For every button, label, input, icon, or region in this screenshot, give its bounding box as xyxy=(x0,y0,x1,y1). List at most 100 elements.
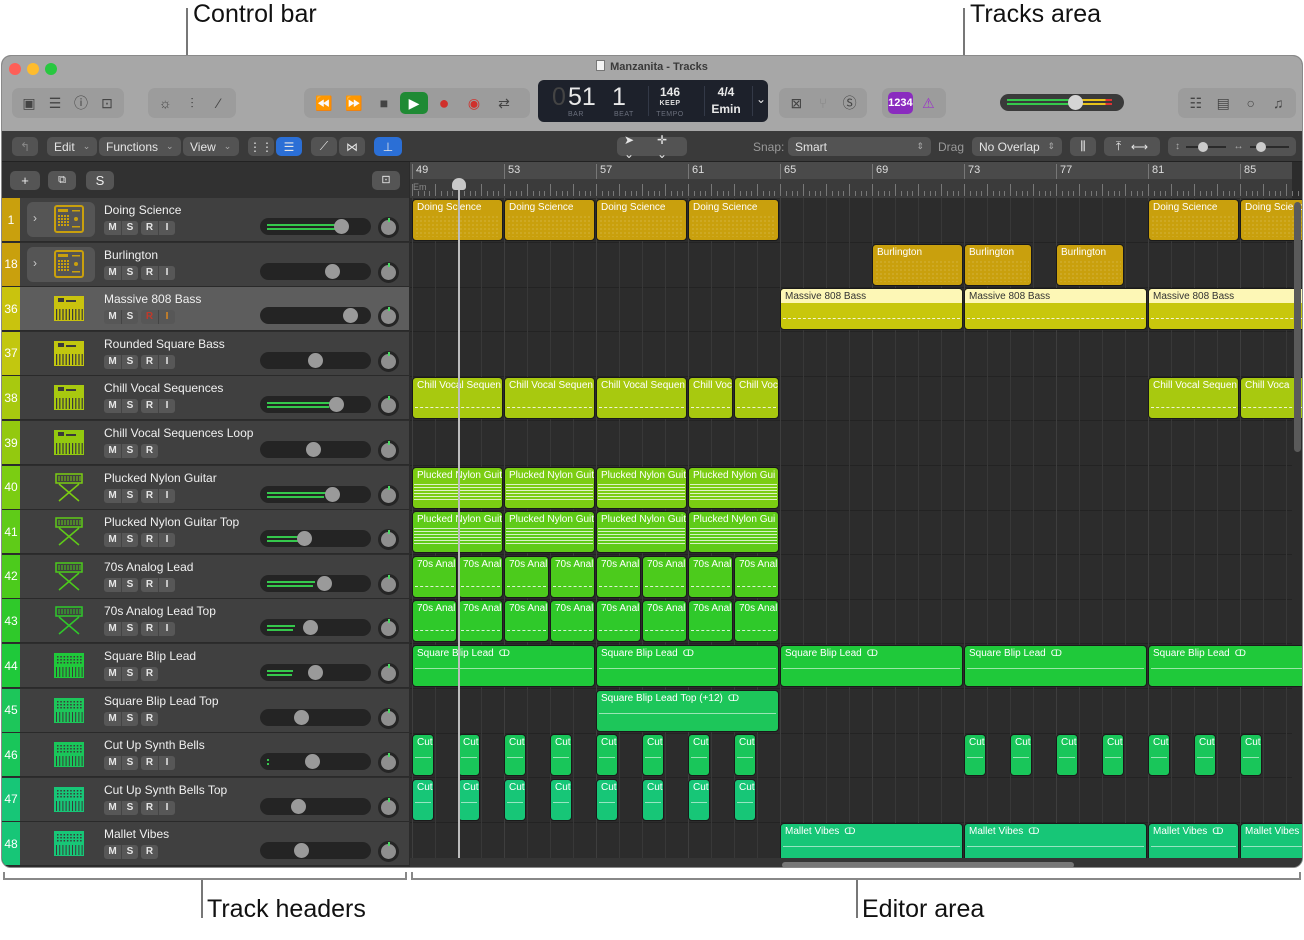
cycle-icon[interactable]: ⇄ xyxy=(490,92,518,114)
region[interactable]: 70s Anal xyxy=(550,600,595,643)
master-volume-slider[interactable] xyxy=(1000,94,1124,111)
lcd-display[interactable]: 0 51 1 BAR BEAT 146 KEEP TEMPO 4/4 Emin … xyxy=(538,80,768,122)
volume-fader[interactable] xyxy=(260,708,371,726)
record-enable-button[interactable]: R xyxy=(141,266,158,280)
region[interactable]: 70s Anal xyxy=(596,600,641,643)
region[interactable]: Cut xyxy=(734,734,756,777)
global-solo-button[interactable]: S xyxy=(86,171,114,190)
mute-button[interactable]: M xyxy=(104,845,121,859)
quick-help-icon[interactable]: ⓘ xyxy=(70,92,92,114)
input-monitor-button[interactable]: I xyxy=(158,488,175,503)
track-header[interactable]: 42 70s Analog Lead M S R I xyxy=(2,554,409,599)
mute-button[interactable]: M xyxy=(104,221,121,235)
mute-button[interactable]: M xyxy=(104,533,121,547)
mute-button[interactable]: M xyxy=(104,756,121,770)
track-header[interactable]: 41 Plucked Nylon Guitar Top M S R I xyxy=(2,510,409,555)
region[interactable]: Plucked Nylon Guit xyxy=(504,511,595,554)
track-header[interactable]: 37 Rounded Square Bass M S R I xyxy=(2,331,409,376)
record-enable-button[interactable]: R xyxy=(141,845,158,859)
region[interactable]: Cut xyxy=(688,778,710,821)
back-icon[interactable]: ↰ xyxy=(12,137,38,156)
input-monitor-button[interactable]: I xyxy=(158,310,175,325)
pan-knob[interactable] xyxy=(378,618,399,640)
mixer-icon[interactable]: ⫶ xyxy=(181,92,204,114)
playhead-line[interactable] xyxy=(458,182,460,860)
volume-knob[interactable] xyxy=(308,665,323,680)
loop-browser-icon[interactable]: ○ xyxy=(1239,92,1263,114)
volume-knob[interactable] xyxy=(333,219,349,234)
drag-select[interactable]: No Overlap ⇕ xyxy=(972,137,1062,156)
mute-button[interactable]: M xyxy=(104,399,121,413)
region[interactable]: Chill Vocal Sequen xyxy=(596,377,687,420)
region[interactable]: Square Blip Lead ↀ xyxy=(780,645,963,687)
bar-ruler[interactable]: 49 53 57 61 65 69 73 77 81 85 Em xyxy=(410,162,1299,198)
notepad-icon[interactable]: ▤ xyxy=(1212,92,1236,114)
track-header[interactable]: 18 › Burlington M S R I xyxy=(2,242,409,287)
region[interactable]: Burlington xyxy=(964,243,1032,286)
region[interactable]: Cut xyxy=(504,778,526,821)
volume-knob[interactable] xyxy=(317,575,333,591)
lcd-chevron-down-icon[interactable]: ⌄ xyxy=(756,92,766,106)
pan-knob[interactable] xyxy=(378,752,399,774)
track-name[interactable]: Plucked Nylon Guitar xyxy=(104,471,217,485)
mute-button[interactable]: M xyxy=(104,578,121,592)
file-browser-icon[interactable]: ♫ xyxy=(1267,92,1291,114)
solo-button[interactable]: S xyxy=(121,354,138,369)
input-monitor-button[interactable]: I xyxy=(158,265,175,280)
volume-knob[interactable] xyxy=(294,843,310,859)
mute-button[interactable]: M xyxy=(104,801,121,815)
region[interactable]: Cut xyxy=(504,734,526,777)
master-volume-knob[interactable] xyxy=(1068,95,1084,110)
track-header[interactable]: 48 Mallet Vibes M S R xyxy=(2,822,409,867)
track-name[interactable]: Chill Vocal Sequences xyxy=(104,381,223,395)
volume-fader[interactable] xyxy=(260,530,371,548)
region[interactable]: 70s Anal xyxy=(504,555,549,598)
track-name[interactable]: Mallet Vibes xyxy=(104,827,169,841)
region[interactable]: Cut xyxy=(1194,734,1216,777)
track-name[interactable]: Square Blip Lead Top xyxy=(104,694,219,708)
stop-icon[interactable]: ■ xyxy=(370,92,398,114)
region[interactable]: 70s Anal xyxy=(504,600,549,643)
track-header[interactable]: 1 › Doing Science M S R I xyxy=(2,198,409,242)
horizontal-fit-icon[interactable]: ⟷ xyxy=(1131,140,1148,154)
pan-knob[interactable] xyxy=(378,484,399,506)
track-header[interactable]: 47 Cut Up Synth Bells Top M S R I xyxy=(2,777,409,822)
region[interactable]: Cut xyxy=(642,734,664,777)
solo-icon[interactable]: Ⓢ xyxy=(838,92,861,114)
record-enable-button[interactable]: R xyxy=(141,489,158,503)
track-name[interactable]: Square Blip Lead xyxy=(104,649,196,663)
volume-fader[interactable] xyxy=(260,619,371,637)
volume-knob[interactable] xyxy=(324,486,340,502)
pan-knob[interactable] xyxy=(378,261,399,283)
record-enable-button[interactable]: R xyxy=(141,533,158,547)
track-header[interactable]: 40 Plucked Nylon Guitar M S R I xyxy=(2,465,409,510)
track-name[interactable]: Cut Up Synth Bells xyxy=(104,738,205,752)
add-track-button[interactable]: + xyxy=(10,171,40,190)
solo-button[interactable]: S xyxy=(121,845,138,860)
region[interactable]: Cut xyxy=(458,778,480,821)
volume-fader[interactable] xyxy=(260,574,371,592)
pan-knob[interactable] xyxy=(378,395,399,417)
region[interactable]: Cut xyxy=(734,778,756,821)
disclosure-chevron-icon[interactable]: › xyxy=(33,256,37,270)
smart-controls-icon[interactable]: ☰ xyxy=(44,92,66,114)
volume-knob[interactable] xyxy=(324,263,340,279)
record-enable-button[interactable]: R xyxy=(141,399,158,413)
region[interactable]: Chill Voc xyxy=(688,377,733,420)
catch-playhead-icon[interactable]: ⊥ xyxy=(374,137,402,156)
track-lane[interactable] xyxy=(410,689,1292,734)
track-name[interactable]: Cut Up Synth Bells Top xyxy=(104,783,227,797)
track-header[interactable]: 36 Massive 808 Bass M S R I xyxy=(2,287,409,332)
region[interactable]: Burlington xyxy=(1056,243,1124,286)
count-in-button[interactable]: 1234 xyxy=(888,92,913,114)
region[interactable]: Plucked Nylon Gui xyxy=(688,511,779,554)
record-enable-button[interactable]: R xyxy=(141,578,158,592)
volume-knob[interactable] xyxy=(291,798,307,814)
region[interactable]: Doing Science xyxy=(596,199,687,241)
volume-knob[interactable] xyxy=(296,531,312,547)
replace-icon[interactable]: ⊠ xyxy=(785,92,808,114)
input-monitor-button[interactable]: I xyxy=(158,221,175,235)
solo-button[interactable]: S xyxy=(121,756,138,771)
library-icon[interactable]: ▣ xyxy=(18,92,40,114)
input-monitor-button[interactable]: I xyxy=(158,577,175,592)
